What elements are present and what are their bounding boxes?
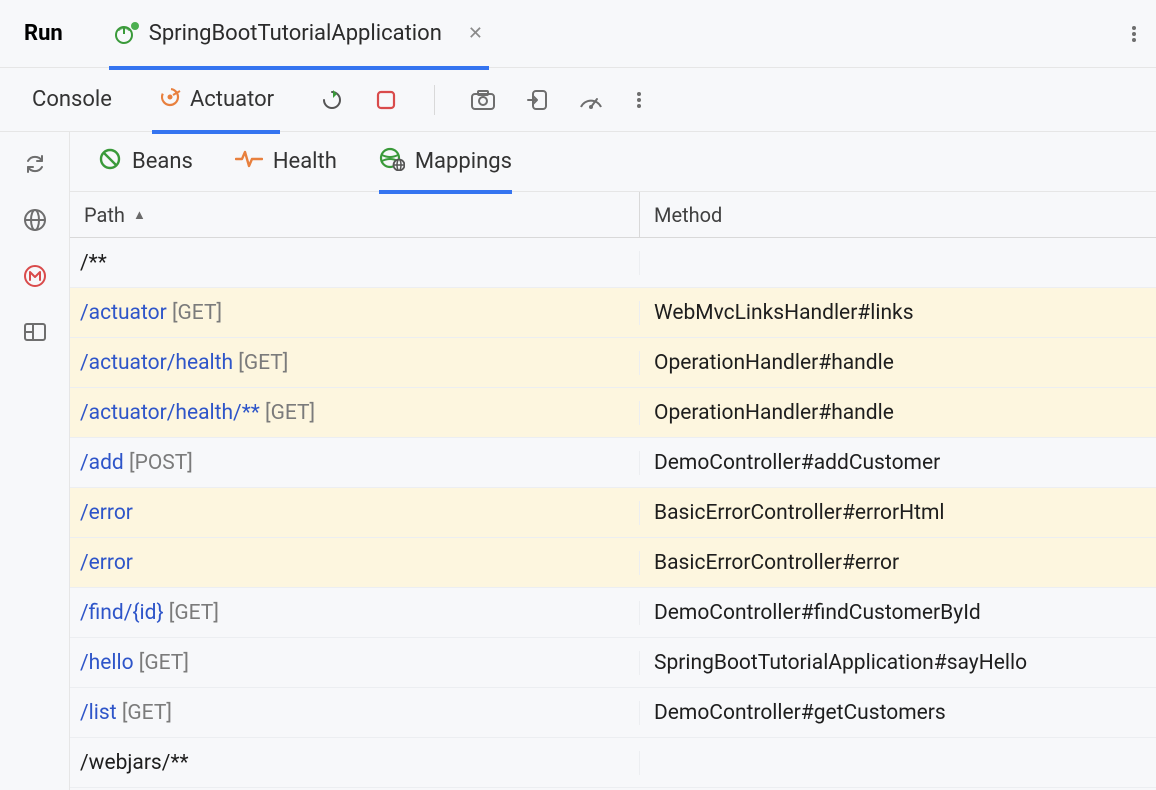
table-row[interactable]: /list [GET]DemoController#getCustomers (70, 688, 1156, 738)
path-text: /actuator (80, 301, 167, 325)
cell-path: /actuator/health [GET] (70, 351, 640, 375)
metrics-m-icon[interactable] (17, 258, 53, 294)
console-tab[interactable]: Console (26, 68, 118, 132)
path-text: /actuator/health/** (80, 401, 260, 425)
table-row[interactable]: /webjars/** (70, 738, 1156, 788)
path-text: /actuator/health (80, 351, 233, 375)
table-header: Path ▲ Method (70, 192, 1156, 238)
more-menu-icon[interactable] (1132, 26, 1136, 42)
http-verb: [GET] (169, 601, 219, 625)
sort-ascending-icon: ▲ (133, 207, 146, 223)
stop-icon[interactable] (372, 86, 400, 114)
actuator-tab-label: Actuator (190, 87, 274, 112)
camera-icon[interactable] (469, 86, 497, 114)
cell-method: BasicErrorController#errorHtml (640, 501, 1156, 525)
app-name: SpringBootTutorialApplication (149, 21, 442, 46)
table-row[interactable]: /actuator/health/** [GET]OperationHandle… (70, 388, 1156, 438)
path-text: /error (80, 551, 133, 575)
rerun-icon[interactable] (318, 86, 346, 114)
toolbar: Console Actuator (0, 68, 1156, 132)
path-text: /error (80, 501, 133, 525)
table-row[interactable]: /error BasicErrorController#error (70, 538, 1156, 588)
cell-method: SpringBootTutorialApplication#sayHello (640, 651, 1156, 675)
http-verb: [GET] (238, 351, 288, 375)
cell-path: /** (70, 251, 640, 275)
column-header-path[interactable]: Path ▲ (70, 192, 640, 237)
run-label: Run (24, 21, 63, 46)
cell-method: OperationHandler#handle (640, 401, 1156, 425)
app-tab[interactable]: SpringBootTutorialApplication ✕ (109, 2, 489, 70)
actuator-icon (158, 85, 182, 115)
health-pulse-icon (235, 149, 263, 175)
exit-icon[interactable] (523, 86, 551, 114)
cell-method: BasicErrorController#error (640, 551, 1156, 575)
close-tab-icon[interactable]: ✕ (468, 23, 483, 44)
cell-method: DemoController#addCustomer (640, 451, 1156, 475)
cell-path: /hello [GET] (70, 651, 640, 675)
diagram-icon[interactable] (17, 314, 53, 350)
cell-path: /actuator [GET] (70, 301, 640, 325)
http-verb: [GET] (172, 301, 222, 325)
run-header: Run SpringBootTutorialApplication ✕ (0, 0, 1156, 68)
column-header-method-label: Method (654, 203, 722, 227)
table-row[interactable]: /** (70, 238, 1156, 288)
http-verb: [POST] (129, 451, 193, 475)
column-header-method[interactable]: Method (640, 203, 1156, 227)
cell-method: OperationHandler#handle (640, 351, 1156, 375)
path-text: /hello (80, 651, 134, 675)
table-row[interactable]: /add [POST]DemoController#addCustomer (70, 438, 1156, 488)
cell-path: /error (70, 551, 640, 575)
beans-icon (98, 147, 122, 177)
health-tab[interactable]: Health (235, 132, 337, 192)
cell-path: /list [GET] (70, 701, 640, 725)
cell-method: DemoController#findCustomerById (640, 601, 1156, 625)
path-text: /add (80, 451, 124, 475)
http-verb: [GET] (122, 701, 172, 725)
table-row[interactable]: /actuator/health [GET]OperationHandler#h… (70, 338, 1156, 388)
http-verb: [GET] (139, 651, 189, 675)
refresh-icon[interactable] (17, 146, 53, 182)
beans-tab-label: Beans (132, 149, 193, 174)
cell-path: /add [POST] (70, 451, 640, 475)
column-header-path-label: Path (84, 203, 125, 227)
cell-path: /error (70, 501, 640, 525)
actuator-sub-tabs: Beans Health Mappings (70, 132, 1156, 192)
table-row[interactable]: /hello [GET]SpringBootTutorialApplicatio… (70, 638, 1156, 688)
path-text: /** (80, 251, 107, 275)
actuator-tab[interactable]: Actuator (152, 70, 280, 134)
toolbar-more-icon[interactable] (637, 92, 641, 108)
health-tab-label: Health (273, 149, 337, 174)
cell-method: DemoController#getCustomers (640, 701, 1156, 725)
cell-path: /find/{id} [GET] (70, 601, 640, 625)
table-row[interactable]: /actuator [GET]WebMvcLinksHandler#links (70, 288, 1156, 338)
path-text: /list (80, 701, 117, 725)
table-row[interactable]: /find/{id} [GET]DemoController#findCusto… (70, 588, 1156, 638)
http-verb: [GET] (265, 401, 315, 425)
table-row[interactable]: /error BasicErrorController#errorHtml (70, 488, 1156, 538)
globe-icon[interactable] (17, 202, 53, 238)
mappings-table: Path ▲ Method /**/actuator [GET]WebMvcLi… (70, 192, 1156, 790)
toolbar-divider (434, 85, 435, 115)
mappings-globe-icon (379, 147, 405, 177)
cell-path: /actuator/health/** [GET] (70, 401, 640, 425)
gauge-icon[interactable] (577, 86, 605, 114)
mappings-tab[interactable]: Mappings (379, 134, 512, 194)
left-sidebar (0, 132, 70, 790)
cell-path: /webjars/** (70, 751, 640, 775)
beans-tab[interactable]: Beans (98, 132, 193, 192)
spring-boot-run-icon (115, 22, 139, 46)
mappings-tab-label: Mappings (415, 149, 512, 174)
path-text: /find/{id} (80, 601, 164, 625)
cell-method: WebMvcLinksHandler#links (640, 301, 1156, 325)
path-text: /webjars/** (80, 751, 189, 775)
